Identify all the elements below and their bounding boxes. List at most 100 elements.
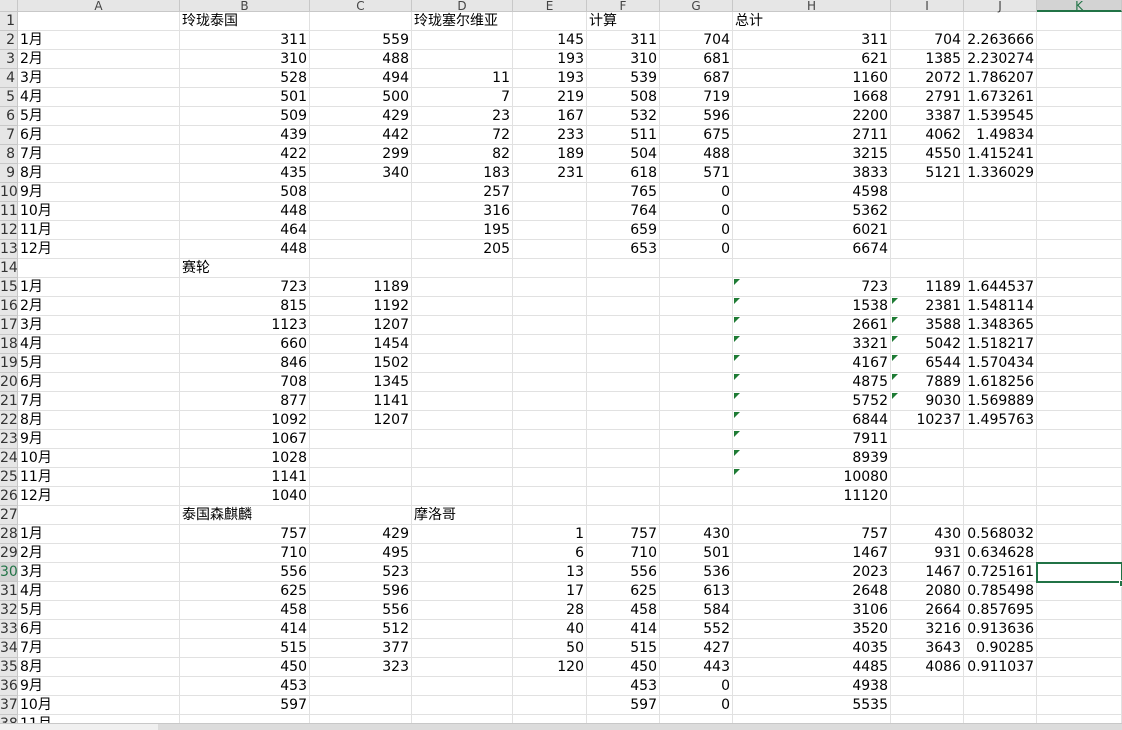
cell-b14[interactable]: 赛轮: [180, 259, 310, 278]
cell-f15[interactable]: [587, 278, 660, 297]
cell-h21[interactable]: 5752: [733, 392, 891, 411]
cell-c24[interactable]: [310, 449, 412, 468]
row-header-12[interactable]: 12: [0, 221, 18, 240]
row-header-11[interactable]: 11: [0, 202, 18, 221]
cell-c13[interactable]: [310, 240, 412, 259]
cell-b30[interactable]: 556: [180, 563, 310, 582]
cell-k4[interactable]: [1037, 69, 1122, 88]
cell-h20[interactable]: 4875: [733, 373, 891, 392]
cell-h24[interactable]: 8939: [733, 449, 891, 468]
cell-a20[interactable]: 6月: [18, 373, 180, 392]
cell-a13[interactable]: 12月: [18, 240, 180, 259]
cell-k7[interactable]: [1037, 126, 1122, 145]
cell-f3[interactable]: 310: [587, 50, 660, 69]
cell-c33[interactable]: 512: [310, 620, 412, 639]
cell-b32[interactable]: 458: [180, 601, 310, 620]
cell-i22[interactable]: 10237: [891, 411, 964, 430]
cell-e2[interactable]: 145: [513, 31, 587, 50]
cell-c30[interactable]: 523: [310, 563, 412, 582]
cell-e23[interactable]: [513, 430, 587, 449]
cell-k6[interactable]: [1037, 107, 1122, 126]
cell-k16[interactable]: [1037, 297, 1122, 316]
cell-k24[interactable]: [1037, 449, 1122, 468]
row-header-21[interactable]: 21: [0, 392, 18, 411]
cell-k14[interactable]: [1037, 259, 1122, 278]
cell-j36[interactable]: [964, 677, 1037, 696]
cell-h7[interactable]: 2711: [733, 126, 891, 145]
cell-a19[interactable]: 5月: [18, 354, 180, 373]
cell-a35[interactable]: 8月: [18, 658, 180, 677]
cell-e5[interactable]: 219: [513, 88, 587, 107]
cell-a15[interactable]: 1月: [18, 278, 180, 297]
cell-b13[interactable]: 448: [180, 240, 310, 259]
row-header-6[interactable]: 6: [0, 107, 18, 126]
cell-j34[interactable]: 0.90285: [964, 639, 1037, 658]
cell-h4[interactable]: 1160: [733, 69, 891, 88]
cell-k31[interactable]: [1037, 582, 1122, 601]
cell-a27[interactable]: [18, 506, 180, 525]
cell-d28[interactable]: [412, 525, 513, 544]
cell-d11[interactable]: 316: [412, 202, 513, 221]
cell-a6[interactable]: 5月: [18, 107, 180, 126]
cell-a14[interactable]: [18, 259, 180, 278]
cell-d25[interactable]: [412, 468, 513, 487]
cell-g15[interactable]: [660, 278, 733, 297]
cell-j7[interactable]: 1.49834: [964, 126, 1037, 145]
cell-c21[interactable]: 1141: [310, 392, 412, 411]
cell-f8[interactable]: 504: [587, 145, 660, 164]
cell-e37[interactable]: [513, 696, 587, 715]
cell-c11[interactable]: [310, 202, 412, 221]
cell-a28[interactable]: 1月: [18, 525, 180, 544]
cell-k10[interactable]: [1037, 183, 1122, 202]
cell-e18[interactable]: [513, 335, 587, 354]
cell-i1[interactable]: [891, 12, 964, 31]
cell-h34[interactable]: 4035: [733, 639, 891, 658]
cell-j37[interactable]: [964, 696, 1037, 715]
select-all-corner[interactable]: [0, 0, 18, 12]
cell-d2[interactable]: [412, 31, 513, 50]
cell-h16[interactable]: 1538: [733, 297, 891, 316]
cell-j29[interactable]: 0.634628: [964, 544, 1037, 563]
cell-e29[interactable]: 6: [513, 544, 587, 563]
cell-d33[interactable]: [412, 620, 513, 639]
cell-h1[interactable]: 总计: [733, 12, 891, 31]
cell-c10[interactable]: [310, 183, 412, 202]
cell-h12[interactable]: 6021: [733, 221, 891, 240]
cell-a25[interactable]: 11月: [18, 468, 180, 487]
row-header-24[interactable]: 24: [0, 449, 18, 468]
horizontal-scrollbar[interactable]: [158, 723, 1122, 730]
cell-j14[interactable]: [964, 259, 1037, 278]
cell-g20[interactable]: [660, 373, 733, 392]
cell-k35[interactable]: [1037, 658, 1122, 677]
cell-j16[interactable]: 1.548114: [964, 297, 1037, 316]
cell-d19[interactable]: [412, 354, 513, 373]
cell-b18[interactable]: 660: [180, 335, 310, 354]
cell-j13[interactable]: [964, 240, 1037, 259]
cell-b27[interactable]: 泰国森麒麟: [180, 506, 310, 525]
cell-e13[interactable]: [513, 240, 587, 259]
cell-g25[interactable]: [660, 468, 733, 487]
cell-j27[interactable]: [964, 506, 1037, 525]
cell-f29[interactable]: 710: [587, 544, 660, 563]
cell-g16[interactable]: [660, 297, 733, 316]
cell-i11[interactable]: [891, 202, 964, 221]
cell-a24[interactable]: 10月: [18, 449, 180, 468]
cell-g4[interactable]: 687: [660, 69, 733, 88]
cell-j17[interactable]: 1.348365: [964, 316, 1037, 335]
cell-f21[interactable]: [587, 392, 660, 411]
cell-d27[interactable]: 摩洛哥: [412, 506, 513, 525]
cell-a33[interactable]: 6月: [18, 620, 180, 639]
cell-g10[interactable]: 0: [660, 183, 733, 202]
cell-e30[interactable]: 13: [513, 563, 587, 582]
cell-j2[interactable]: 2.263666: [964, 31, 1037, 50]
cell-a22[interactable]: 8月: [18, 411, 180, 430]
cell-j6[interactable]: 1.539545: [964, 107, 1037, 126]
cell-c26[interactable]: [310, 487, 412, 506]
cell-i36[interactable]: [891, 677, 964, 696]
column-header-h[interactable]: H: [733, 0, 891, 12]
cell-f16[interactable]: [587, 297, 660, 316]
cell-f28[interactable]: 757: [587, 525, 660, 544]
cell-c28[interactable]: 429: [310, 525, 412, 544]
cell-c25[interactable]: [310, 468, 412, 487]
cell-a26[interactable]: 12月: [18, 487, 180, 506]
